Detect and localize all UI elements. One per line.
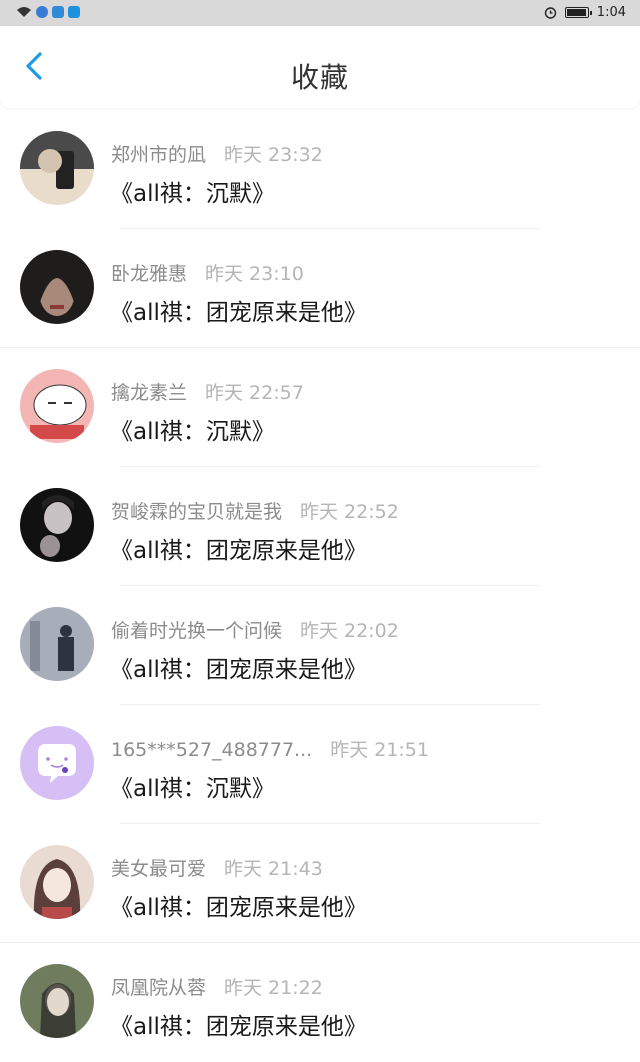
avatar[interactable] — [20, 488, 94, 562]
username[interactable]: 偷着时光换一个问候 — [111, 620, 282, 642]
timestamp: 昨天 21:22 — [224, 977, 323, 999]
list-item[interactable]: 贺峻霖的宝贝就是我 昨天 22:52 《all祺：团宠原来是他》 — [0, 467, 640, 586]
username[interactable]: 165***527_488777... — [111, 739, 312, 761]
timestamp: 昨天 22:52 — [300, 501, 399, 523]
book-title[interactable]: 《all祺：团宠原来是他》 — [110, 293, 367, 327]
page-title: 收藏 — [290, 61, 349, 94]
avatar[interactable] — [20, 964, 94, 1038]
username[interactable]: 卧龙雅惠 — [111, 263, 187, 285]
list-item[interactable]: 165***527_488777... 昨天 21:51 《all祺：沉默》 — [0, 705, 640, 824]
status-time: 1:04 — [596, 5, 626, 20]
wifi-icon — [17, 7, 31, 17]
book-title[interactable]: 《all祺：团宠原来是他》 — [110, 888, 367, 922]
username[interactable]: 贺峻霖的宝贝就是我 — [111, 501, 282, 523]
timestamp: 昨天 21:51 — [330, 739, 429, 761]
book-title[interactable]: 《all祺：团宠原来是他》 — [110, 531, 367, 565]
book-title[interactable]: 《all祺：沉默》 — [110, 412, 275, 446]
status-icons-right: 1:04 — [544, 5, 626, 20]
avatar[interactable] — [20, 369, 94, 443]
avatar[interactable] — [20, 726, 94, 800]
list-item[interactable]: 擒龙素兰 昨天 22:57 《all祺：沉默》 — [0, 348, 640, 467]
status-bar: 1:04 — [0, 0, 640, 26]
item-meta: 165***527_488777... 昨天 21:51 — [111, 735, 429, 762]
status-icons-left — [16, 6, 80, 18]
timestamp: 昨天 22:02 — [300, 620, 399, 642]
list-item[interactable]: 偷着时光换一个问候 昨天 22:02 《all祺：团宠原来是他》 — [0, 586, 640, 705]
item-meta: 凤凰院从蓉 昨天 21:22 — [111, 973, 323, 1000]
book-title[interactable]: 《all祺：团宠原来是他》 — [110, 1007, 367, 1041]
avatar[interactable] — [20, 250, 94, 324]
item-meta: 美女最可爱 昨天 21:43 — [111, 854, 323, 881]
list-item[interactable]: 卧龙雅惠 昨天 23:10 《all祺：团宠原来是他》 — [0, 229, 640, 348]
username[interactable]: 凤凰院从蓉 — [111, 977, 206, 999]
book-title[interactable]: 《all祺：沉默》 — [110, 769, 275, 803]
book-title[interactable]: 《all祺：团宠原来是他》 — [110, 650, 367, 684]
app-icon-1 — [36, 6, 48, 18]
avatar[interactable] — [20, 607, 94, 681]
timestamp: 昨天 23:10 — [205, 263, 304, 285]
battery-icon — [564, 7, 592, 18]
username[interactable]: 擒龙素兰 — [111, 382, 187, 404]
avatar[interactable] — [20, 845, 94, 919]
list-item[interactable]: 郑州市的凪 昨天 23:32 《all祺：沉默》 — [0, 110, 640, 229]
item-meta: 卧龙雅惠 昨天 23:10 — [111, 259, 304, 286]
header-bar: 收藏 — [0, 26, 640, 108]
username[interactable]: 美女最可爱 — [111, 858, 206, 880]
favorites-list: 郑州市的凪 昨天 23:32 《all祺：沉默》 卧龙雅惠 昨天 23:10 《al… — [0, 110, 640, 1062]
item-meta: 郑州市的凪 昨天 23:32 — [111, 140, 323, 167]
app-icon-2 — [52, 6, 64, 18]
item-meta: 偷着时光换一个问候 昨天 22:02 — [111, 616, 399, 643]
app-icon-3 — [68, 6, 80, 18]
item-meta: 擒龙素兰 昨天 22:57 — [111, 378, 304, 405]
avatar[interactable] — [20, 131, 94, 205]
alarm-icon — [544, 7, 556, 19]
timestamp: 昨天 22:57 — [205, 382, 304, 404]
list-item[interactable]: 凤凰院从蓉 昨天 21:22 《all祺：团宠原来是他》 — [0, 943, 640, 1062]
timestamp: 昨天 23:32 — [224, 144, 323, 166]
timestamp: 昨天 21:43 — [224, 858, 323, 880]
username[interactable]: 郑州市的凪 — [111, 144, 206, 166]
item-meta: 贺峻霖的宝贝就是我 昨天 22:52 — [111, 497, 399, 524]
book-title[interactable]: 《all祺：沉默》 — [110, 174, 275, 208]
list-item[interactable]: 美女最可爱 昨天 21:43 《all祺：团宠原来是他》 — [0, 824, 640, 943]
